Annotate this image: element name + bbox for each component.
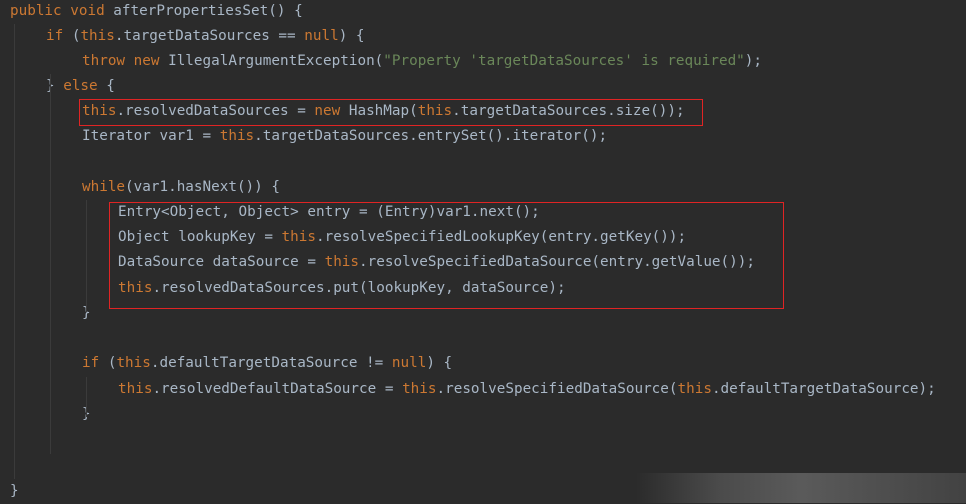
keyword-token: if xyxy=(82,355,100,371)
highlight-box-hashmap-init xyxy=(79,99,703,126)
code-token: ( xyxy=(63,28,81,44)
code-token: afterPropertiesSet() { xyxy=(104,3,303,19)
code-token: .targetDataSources.entrySet().iterator()… xyxy=(254,128,608,144)
code-token: .resolvedDefaultDataSource = xyxy=(152,381,403,397)
code-line[interactable]: if (this.targetDataSources == null) { xyxy=(46,24,365,49)
keyword-token: this xyxy=(219,128,255,144)
string-token: "Property 'targetDataSources' is require… xyxy=(383,53,745,69)
keyword-token: while xyxy=(82,179,126,195)
keyword-token: throw xyxy=(82,53,126,69)
code-token: .resolveSpecifiedDataSource( xyxy=(436,381,678,397)
code-editor[interactable]: public void afterPropertiesSet() {if (th… xyxy=(0,0,966,503)
code-token: ); xyxy=(744,53,763,69)
keyword-token: null xyxy=(391,355,427,371)
code-token: Iterator var1 = xyxy=(82,128,220,144)
code-token: (var1.hasNext()) { xyxy=(125,179,280,195)
code-token: .defaultTargetDataSource != xyxy=(150,355,392,371)
code-line[interactable]: Iterator var1 = this.targetDataSources.e… xyxy=(82,124,607,149)
keyword-token: new xyxy=(133,53,160,69)
keyword-token: void xyxy=(70,3,105,19)
keyword-token: this xyxy=(677,381,712,397)
code-token: ( xyxy=(99,355,117,371)
keyword-token: public xyxy=(10,3,62,19)
watermark-blur xyxy=(636,473,966,503)
code-line[interactable]: this.resolvedDefaultDataSource = this.re… xyxy=(118,377,936,402)
code-token: ) { xyxy=(338,28,365,44)
highlight-box-loop-body xyxy=(109,202,784,309)
code-token: IllegalArgumentException( xyxy=(159,53,384,69)
indent-guide xyxy=(50,74,51,454)
keyword-token: this xyxy=(116,355,151,371)
code-line[interactable]: public void afterPropertiesSet() { xyxy=(10,0,303,24)
indent-guide xyxy=(86,200,87,312)
keyword-token: else xyxy=(63,78,98,94)
code-token: ) { xyxy=(426,355,453,371)
code-line[interactable]: } else { xyxy=(46,74,115,99)
indent-guide xyxy=(14,24,15,479)
code-line[interactable]: throw new IllegalArgumentException("Prop… xyxy=(82,49,762,74)
code-token: .defaultTargetDataSource); xyxy=(711,381,936,397)
keyword-token: this xyxy=(80,28,115,44)
keyword-token: this xyxy=(402,381,437,397)
keyword-token: this xyxy=(118,381,153,397)
code-line[interactable]: if (this.defaultTargetDataSource != null… xyxy=(82,351,452,376)
code-token: { xyxy=(97,78,115,94)
keyword-token: if xyxy=(46,28,64,44)
closing-brace: } xyxy=(10,483,19,499)
code-token: } xyxy=(46,78,64,94)
code-line[interactable]: while(var1.hasNext()) { xyxy=(82,175,280,200)
keyword-token: null xyxy=(304,28,339,44)
code-token: .targetDataSources == xyxy=(114,28,305,44)
indent-guide xyxy=(86,377,87,417)
